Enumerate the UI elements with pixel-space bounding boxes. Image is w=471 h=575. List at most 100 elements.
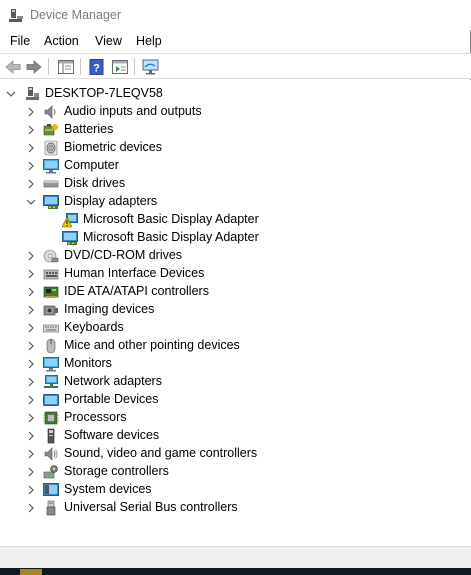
tree-item-label: Microsoft Basic Display Adapter: [83, 230, 259, 244]
system-device-icon: [43, 482, 59, 498]
tree-item-label: Human Interface Devices: [64, 266, 205, 280]
tree-item-label: Biometric devices: [64, 140, 162, 154]
tree-item-label: Microsoft Basic Display Adapter: [83, 212, 259, 226]
chevron-right-icon[interactable]: [26, 178, 36, 190]
chevron-right-icon[interactable]: [26, 268, 36, 280]
title-bar[interactable]: Device Manager: [0, 0, 471, 30]
tree-category[interactable]: Biometric devices: [0, 139, 471, 157]
menu-action[interactable]: Action: [44, 34, 79, 48]
tree-device[interactable]: Microsoft Basic Display Adapter: [0, 229, 471, 247]
storage-controller-icon: [43, 464, 59, 480]
fingerprint-icon: [43, 140, 59, 156]
window-title: Device Manager: [30, 8, 122, 22]
tree-category[interactable]: Display adapters: [0, 193, 471, 211]
monitor-icon: [43, 356, 59, 372]
chevron-right-icon[interactable]: [26, 502, 36, 514]
tree-category[interactable]: Storage controllers: [0, 463, 471, 481]
chevron-right-icon[interactable]: [26, 394, 36, 406]
tree-category[interactable]: Mice and other pointing devices: [0, 337, 471, 355]
tree-category[interactable]: System devices: [0, 481, 471, 499]
menu-file[interactable]: File: [10, 34, 30, 48]
tree-item-label: Storage controllers: [64, 464, 169, 478]
chevron-right-icon[interactable]: [26, 322, 36, 334]
chevron-right-icon[interactable]: [26, 340, 36, 352]
forward-arrow-icon[interactable]: [24, 57, 44, 76]
tree-item-label: Network adapters: [64, 374, 162, 388]
tree-category[interactable]: Software devices: [0, 427, 471, 445]
tree-category[interactable]: Audio inputs and outputs: [0, 103, 471, 121]
sound-icon: [43, 446, 59, 462]
network-adapter-icon: [43, 374, 59, 390]
keyboard-icon: [43, 320, 59, 336]
chevron-right-icon[interactable]: [26, 160, 36, 172]
device-manager-icon: [9, 8, 25, 24]
camera-icon: [43, 302, 59, 318]
chevron-right-icon[interactable]: [26, 124, 36, 136]
chevron-right-icon[interactable]: [26, 358, 36, 370]
chevron-down-icon[interactable]: [6, 88, 16, 100]
toolbar-separator: [134, 58, 135, 75]
chevron-right-icon[interactable]: [26, 286, 36, 298]
tree-category[interactable]: Computer: [0, 157, 471, 175]
tree-item-label: Batteries: [64, 122, 114, 136]
chevron-right-icon[interactable]: [26, 430, 36, 442]
ide-controller-icon: [43, 284, 59, 300]
menu-view[interactable]: View: [95, 34, 122, 48]
chevron-right-icon[interactable]: [26, 106, 36, 118]
chevron-right-icon[interactable]: [26, 484, 36, 496]
chevron-right-icon[interactable]: [26, 448, 36, 460]
chevron-right-icon[interactable]: [26, 142, 36, 154]
toolbar: ?: [0, 53, 471, 79]
show-hide-console-tree-icon[interactable]: [56, 57, 76, 76]
chevron-down-icon[interactable]: [26, 196, 36, 208]
tree-item-label: Display adapters: [64, 194, 158, 208]
tree-category[interactable]: IDE ATA/ATAPI controllers: [0, 283, 471, 301]
tree-item-label: Keyboards: [64, 320, 124, 334]
tree-item-label: Audio inputs and outputs: [64, 104, 202, 118]
back-arrow-icon[interactable]: [3, 57, 23, 76]
status-bar: [0, 546, 471, 568]
chevron-right-icon[interactable]: [26, 466, 36, 478]
properties-icon[interactable]: [110, 57, 130, 76]
taskbar: [0, 568, 471, 575]
tree-category[interactable]: Keyboards: [0, 319, 471, 337]
computer-icon: [43, 158, 59, 174]
tree-device[interactable]: Microsoft Basic Display Adapter: [0, 211, 471, 229]
display-adapter-icon: [62, 230, 78, 246]
tree-category[interactable]: Monitors: [0, 355, 471, 373]
menu-help[interactable]: Help: [136, 34, 162, 48]
tree-category[interactable]: Processors: [0, 409, 471, 427]
hid-icon: [43, 266, 59, 282]
tree-category[interactable]: Batteries: [0, 121, 471, 139]
tree-category[interactable]: Disk drives: [0, 175, 471, 193]
device-tree: DESKTOP-7LEQV58 Audio inputs and outputs B…: [0, 80, 471, 546]
tree-item-label: Monitors: [64, 356, 112, 370]
tree-category[interactable]: Imaging devices: [0, 301, 471, 319]
display-adapter-icon: [43, 194, 59, 210]
tree-category[interactable]: Human Interface Devices: [0, 265, 471, 283]
device-manager-window: Device Manager File Action View Help ? D…: [0, 0, 471, 575]
chevron-right-icon[interactable]: [26, 412, 36, 424]
battery-icon: [43, 122, 59, 138]
tree-item-label: Software devices: [64, 428, 160, 442]
tree-item-label: DESKTOP-7LEQV58: [45, 86, 163, 100]
tree-root[interactable]: DESKTOP-7LEQV58: [0, 85, 471, 103]
chevron-right-icon[interactable]: [26, 376, 36, 388]
chevron-right-icon[interactable]: [26, 250, 36, 262]
tree-item-label: Processors: [64, 410, 127, 424]
tree-category[interactable]: Network adapters: [0, 373, 471, 391]
tree-category[interactable]: Portable Devices: [0, 391, 471, 409]
tree-item-label: DVD/CD-ROM drives: [64, 248, 183, 262]
tree-item-label: Mice and other pointing devices: [64, 338, 240, 352]
menu-bar: File Action View Help: [0, 30, 471, 52]
tree-category[interactable]: Sound, video and game controllers: [0, 445, 471, 463]
svg-text:?: ?: [93, 62, 100, 74]
tree-category[interactable]: DVD/CD-ROM drives: [0, 247, 471, 265]
tree-item-label: Disk drives: [64, 176, 126, 190]
monitor-scan-icon[interactable]: [141, 57, 161, 76]
computer-root-icon: [25, 86, 41, 102]
tree-item-label: IDE ATA/ATAPI controllers: [64, 284, 209, 298]
chevron-right-icon[interactable]: [26, 304, 36, 316]
tree-category[interactable]: Universal Serial Bus controllers: [0, 499, 471, 517]
help-icon[interactable]: ?: [87, 57, 107, 76]
